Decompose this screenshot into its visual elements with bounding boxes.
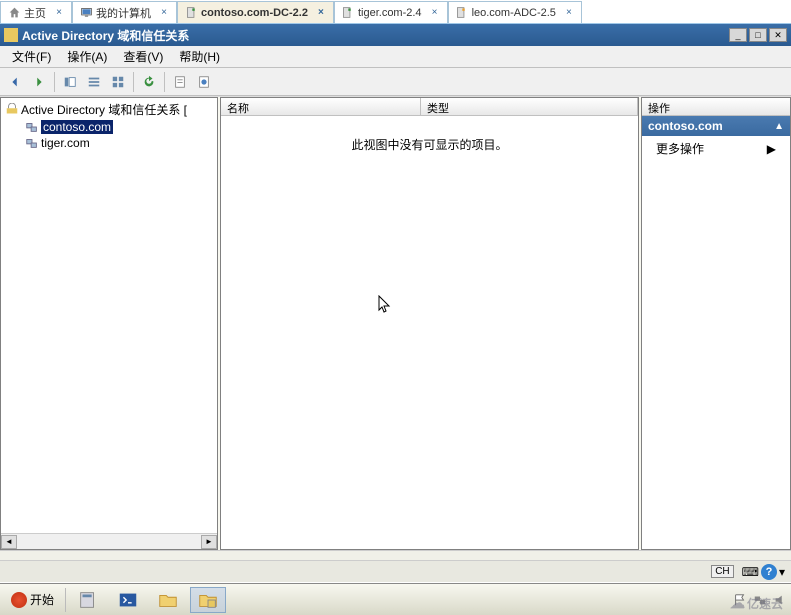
watermark: ☁ 亿速云 <box>730 594 783 612</box>
home-icon <box>7 6 21 20</box>
domain-icon <box>25 136 39 150</box>
tab-label: leo.com-ADC-2.5 <box>472 7 556 19</box>
server-icon <box>455 6 469 20</box>
action-section-contoso[interactable]: contoso.com ▲ <box>642 116 790 136</box>
close-button[interactable]: ✕ <box>769 28 787 42</box>
menu-view[interactable]: 查看(V) <box>115 46 171 67</box>
list-panel: 名称 类型 此视图中没有可显示的项目。 <box>220 97 639 550</box>
action-panel: 操作 contoso.com ▲ 更多操作 ▶ <box>641 97 791 550</box>
menu-help[interactable]: 帮助(H) <box>171 46 228 67</box>
grid-button[interactable] <box>107 71 129 93</box>
scroll-right-icon[interactable]: ► <box>201 535 217 549</box>
list-header: 名称 类型 <box>221 98 638 116</box>
horizontal-scrollbar[interactable]: ◄ ► <box>1 533 217 549</box>
tab-home[interactable]: 主页 × <box>0 1 72 23</box>
tab-my-computer[interactable]: 我的计算机 × <box>72 1 177 23</box>
list-empty-message: 此视图中没有可显示的项目。 <box>221 116 638 173</box>
column-type[interactable]: 类型 <box>421 98 638 115</box>
menu-file[interactable]: 文件(F) <box>4 46 59 67</box>
tab-label: 主页 <box>24 5 46 21</box>
caret-down-icon[interactable]: ▾ <box>779 565 785 579</box>
domain-trust-icon <box>5 103 19 117</box>
task-powershell[interactable] <box>110 587 146 613</box>
chevron-up-icon: ▲ <box>774 121 784 132</box>
action-panel-header: 操作 <box>642 98 790 116</box>
cloud-icon: ☁ <box>730 594 745 612</box>
tab-tiger[interactable]: tiger.com-2.4 × <box>334 1 448 23</box>
help-button[interactable] <box>193 71 215 93</box>
language-bar: CH ⌨ ? ▾ <box>0 560 791 582</box>
maximize-button[interactable]: □ <box>749 28 767 42</box>
close-icon[interactable]: × <box>53 7 65 19</box>
toolbar <box>0 68 791 96</box>
separator <box>164 72 165 92</box>
separator <box>54 72 55 92</box>
close-icon[interactable]: × <box>429 7 441 19</box>
tree-item-tiger[interactable]: tiger.com <box>3 135 215 151</box>
forward-button[interactable] <box>28 71 50 93</box>
start-orb-icon <box>11 592 27 608</box>
close-icon[interactable]: × <box>563 7 575 19</box>
tab-label: contoso.com-DC-2.2 <box>201 7 308 19</box>
lang-indicator[interactable]: CH <box>711 565 733 578</box>
back-button[interactable] <box>4 71 26 93</box>
monitor-icon <box>79 6 93 20</box>
window-title: Active Directory 域和信任关系 <box>22 27 727 44</box>
menu-action[interactable]: 操作(A) <box>59 46 115 67</box>
column-name[interactable]: 名称 <box>221 98 421 115</box>
start-label: 开始 <box>30 591 54 608</box>
minimize-button[interactable]: _ <box>729 28 747 42</box>
tab-label: tiger.com-2.4 <box>358 7 422 19</box>
panel-button[interactable] <box>59 71 81 93</box>
task-explorer[interactable] <box>150 587 186 613</box>
separator <box>133 72 134 92</box>
app-icon <box>4 28 18 42</box>
tree-item-label: tiger.com <box>41 136 90 150</box>
arrow-right-icon: ▶ <box>767 142 776 156</box>
tree-item-label: contoso.com <box>41 120 113 134</box>
close-icon[interactable]: × <box>158 7 170 19</box>
browser-tab-strip: 主页 × 我的计算机 × contoso.com-DC-2.2 × tiger.… <box>0 0 791 24</box>
task-server-manager[interactable] <box>70 587 106 613</box>
properties-button[interactable] <box>169 71 191 93</box>
menubar: 文件(F) 操作(A) 查看(V) 帮助(H) <box>0 46 791 68</box>
action-section-label: contoso.com <box>648 119 723 133</box>
close-icon[interactable]: × <box>315 7 327 19</box>
tree-root[interactable]: Active Directory 域和信任关系 [ <box>3 100 215 119</box>
action-more[interactable]: 更多操作 ▶ <box>642 136 790 161</box>
content-area: Active Directory 域和信任关系 [ contoso.com ti… <box>0 96 791 550</box>
separator <box>65 588 66 612</box>
status-gap <box>0 550 791 560</box>
app-window: Active Directory 域和信任关系 _ □ ✕ 文件(F) 操作(A… <box>0 24 791 582</box>
tab-leo-adc[interactable]: leo.com-ADC-2.5 × <box>448 1 582 23</box>
taskbar: 开始 ☁ 亿速云 <box>0 583 791 615</box>
server-icon <box>184 6 198 20</box>
tree-item-contoso[interactable]: contoso.com <box>3 119 215 135</box>
help-icon[interactable]: ? <box>761 564 777 580</box>
list-button[interactable] <box>83 71 105 93</box>
domain-icon <box>25 120 39 134</box>
keyboard-icon[interactable]: ⌨ <box>742 565 759 579</box>
tree-panel: Active Directory 域和信任关系 [ contoso.com ti… <box>0 97 218 550</box>
task-ad-trusts[interactable] <box>190 587 226 613</box>
watermark-text: 亿速云 <box>747 595 783 612</box>
start-button[interactable]: 开始 <box>4 588 61 611</box>
titlebar[interactable]: Active Directory 域和信任关系 _ □ ✕ <box>0 24 791 46</box>
tab-contoso-dc[interactable]: contoso.com-DC-2.2 × <box>177 1 334 23</box>
scroll-left-icon[interactable]: ◄ <box>1 535 17 549</box>
tree-root-label: Active Directory 域和信任关系 [ <box>21 101 187 118</box>
action-item-label: 更多操作 <box>656 140 704 157</box>
refresh-button[interactable] <box>138 71 160 93</box>
server-icon <box>341 6 355 20</box>
tab-label: 我的计算机 <box>96 5 151 21</box>
